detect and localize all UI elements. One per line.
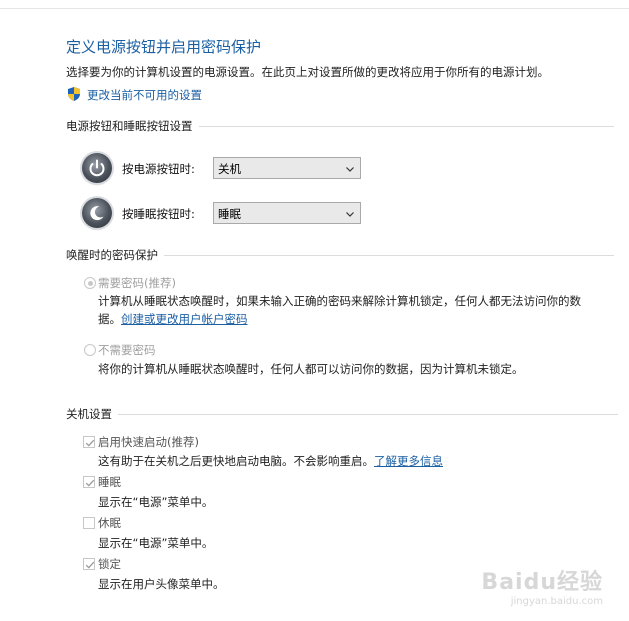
require-password-description-line2: 据。创建或更改用户帐户密码: [98, 311, 248, 327]
no-password-label: 不需要密码: [98, 343, 156, 357]
baidu-jingyan-watermark: Baidu经验 jingyan.baidu.com: [481, 564, 603, 607]
require-password-radio[interactable]: [84, 277, 96, 289]
chevron-down-icon: [345, 163, 355, 173]
section-divider: [198, 125, 614, 127]
fast-startup-description: 这有助于在关机之后更快地启动电脑。不会影响重启。了解更多信息: [98, 453, 443, 469]
power-button-icon: [82, 153, 112, 183]
section-divider: [118, 413, 618, 415]
section-divider: [164, 254, 614, 256]
sleep-button-action-value: 睡眠: [218, 207, 241, 221]
description-text: 据。: [98, 312, 121, 326]
description-text: 这有助于在关机之后更快地启动电脑。不会影响重启。: [98, 454, 374, 468]
sleep-label: 睡眠: [98, 475, 121, 489]
hibernate-description: 显示在“电源”菜单中。: [98, 536, 214, 550]
require-password-description: 计算机从睡眠状态唤醒时，如果未输入正确的密码来解除计算机锁定，任何人都无法访问你…: [98, 294, 581, 308]
page-title: 定义电源按钮并启用密码保护: [66, 38, 262, 56]
sleep-button-icon: [82, 198, 112, 228]
create-change-password-link[interactable]: 创建或更改用户帐户密码: [121, 312, 248, 326]
require-password-label: 需要密码(推荐): [98, 276, 176, 290]
power-button-action-select[interactable]: 关机: [213, 157, 361, 179]
section-title: 电源按钮和睡眠按钮设置: [66, 119, 193, 133]
lock-label: 锁定: [98, 557, 121, 571]
hibernate-checkbox[interactable]: [83, 517, 95, 529]
power-button-label: 按电源按钮时:: [122, 162, 195, 176]
power-button-action-value: 关机: [218, 162, 241, 176]
no-password-radio[interactable]: [84, 344, 96, 356]
change-unavailable-settings-link[interactable]: 更改当前不可用的设置: [87, 87, 202, 103]
page-subtitle: 选择要为你的计算机设置的电源设置。在此页上对设置所做的更改将应用于你所有的电源计…: [66, 65, 549, 79]
watermark-url: jingyan.baidu.com: [510, 596, 603, 607]
radio-selected-dot: [87, 280, 93, 286]
top-divider: [0, 8, 629, 9]
learn-more-link[interactable]: 了解更多信息: [374, 454, 443, 468]
fast-startup-label: 启用快速启动(推荐): [98, 435, 199, 449]
sleep-button-label: 按睡眠按钮时:: [122, 207, 195, 221]
uac-shield-icon: [66, 86, 82, 102]
password-protection-section-heading: 唤醒时的密码保护: [66, 247, 614, 263]
section-title: 关机设置: [66, 407, 112, 421]
sleep-description: 显示在“电源”菜单中。: [98, 495, 214, 509]
fast-startup-checkbox[interactable]: [83, 436, 95, 448]
shutdown-settings-section-heading: 关机设置: [66, 406, 618, 422]
power-buttons-section-heading: 电源按钮和睡眠按钮设置: [66, 118, 614, 134]
sleep-checkbox[interactable]: [83, 476, 95, 488]
hibernate-label: 休眠: [98, 516, 121, 530]
sleep-button-action-select[interactable]: 睡眠: [213, 202, 361, 224]
section-title: 唤醒时的密码保护: [66, 248, 158, 262]
lock-checkbox[interactable]: [83, 558, 95, 570]
watermark-logo-text: Baidu经验: [481, 570, 603, 595]
lock-description: 显示在用户头像菜单中。: [98, 577, 225, 591]
chevron-down-icon: [345, 208, 355, 218]
no-password-description: 将你的计算机从睡眠状态唤醒时，任何人都可以访问你的数据，因为计算机未锁定。: [98, 362, 524, 376]
